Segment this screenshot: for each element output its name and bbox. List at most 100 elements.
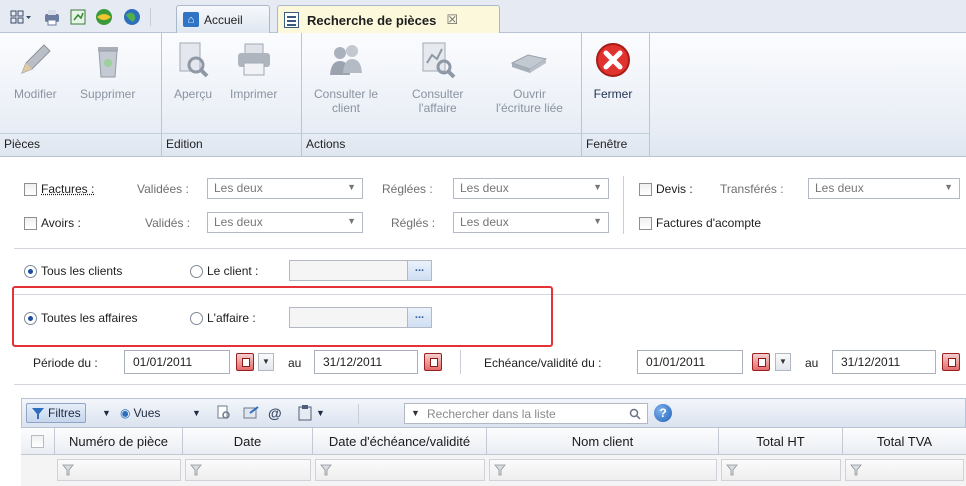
echeance-start-input[interactable]: 01/01/2011	[637, 350, 743, 374]
calendar-icon[interactable]	[236, 353, 254, 371]
grid-menu-icon[interactable]	[6, 6, 36, 28]
close-tab-icon[interactable]: ☒	[446, 12, 458, 28]
client-lookup-field[interactable]: ...	[289, 260, 432, 281]
devis-checkbox[interactable]	[639, 183, 652, 196]
select-all-checkbox[interactable]	[31, 435, 44, 448]
ouvrir-ecriture-label-1: Ouvrir	[513, 87, 546, 101]
periode-end-input[interactable]: 31/12/2011	[314, 350, 418, 374]
vues-dropdown[interactable]: ▼	[192, 403, 201, 423]
globe-quick-icon[interactable]	[92, 6, 116, 28]
valides-select[interactable]: Les deux ▼	[207, 212, 363, 233]
periode-start-input[interactable]: 01/01/2011	[124, 350, 230, 374]
filter-cell-nom-client[interactable]	[489, 459, 717, 481]
ouvrir-ecriture-button[interactable]: Ouvrir l'écriture liée	[496, 39, 563, 115]
factures-checkbox[interactable]	[24, 183, 37, 196]
filtres-dropdown[interactable]: ▼	[102, 403, 111, 423]
column-header-total-tva[interactable]: Total TVA	[843, 428, 966, 455]
column-header-echeance[interactable]: Date d'échéance/validité	[313, 428, 487, 455]
reglees-select[interactable]: Les deux ▼	[453, 178, 609, 199]
transferes-select[interactable]: Les deux ▼	[808, 178, 960, 199]
quick-separator	[150, 8, 151, 26]
tous-clients-radio[interactable]	[24, 265, 37, 278]
tab-recherche-label: Recherche de pièces	[307, 12, 437, 28]
clipboard-dropdown[interactable]: ▼	[316, 403, 325, 423]
supprimer-button[interactable]: Supprimer	[80, 39, 135, 101]
apercu-button[interactable]: Aperçu	[172, 39, 214, 101]
tab-bar: ⌂ Accueil Recherche de pièces ☒	[0, 0, 966, 34]
filtres-button[interactable]: Filtres	[26, 403, 86, 423]
book-icon	[511, 54, 548, 73]
ribbon-group-actions: Consulter le client Consulter l'affaire …	[302, 33, 582, 157]
filter-cell-total-tva[interactable]	[845, 459, 964, 481]
valides-value: Les deux	[214, 215, 263, 229]
client-lookup-button[interactable]: ...	[407, 261, 431, 280]
printer-quick-icon[interactable]	[40, 6, 64, 28]
preview-toolbar-button[interactable]	[216, 403, 232, 423]
chevron-down-icon[interactable]: ▼	[775, 353, 791, 371]
group-label-fenetre: Fenêtre	[586, 137, 628, 151]
section-divider	[14, 248, 966, 249]
search-placeholder: Rechercher dans la liste	[427, 407, 556, 421]
search-dropdown-icon[interactable]: ▼	[411, 408, 420, 418]
column-header-total-ht[interactable]: Total HT	[719, 428, 843, 455]
chevron-down-icon[interactable]: ▼	[258, 353, 274, 371]
modifier-button[interactable]: Modifier	[14, 39, 57, 101]
column-header-numero[interactable]: Numéro de pièce	[55, 428, 183, 455]
funnel-icon	[32, 408, 44, 419]
column-header-date[interactable]: Date	[183, 428, 313, 455]
search-icon[interactable]	[629, 408, 641, 420]
consulter-client-button[interactable]: Consulter le client	[314, 39, 378, 115]
echeance-end-input[interactable]: 31/12/2011	[832, 350, 936, 374]
funnel-icon	[190, 464, 202, 476]
supprimer-label: Supprimer	[80, 87, 136, 101]
echeance-au-label: au	[805, 356, 819, 370]
consulter-client-label-2: client	[332, 101, 361, 115]
echeance-label: Echéance/validité du :	[484, 356, 602, 370]
tab-accueil-label: Accueil	[204, 12, 243, 27]
consulter-affaire-button[interactable]: Consulter l'affaire	[412, 39, 463, 115]
reglees-label: Réglées :	[382, 182, 433, 196]
export-icon	[243, 406, 259, 419]
select-all-cell[interactable]	[21, 428, 55, 455]
ribbon-group-fenetre: Fermer Fenêtre	[582, 33, 650, 157]
column-header-nom-client[interactable]: Nom client	[487, 428, 719, 455]
grid-toolbar: Filtres ▼ ◉ Vues ▼ @ ▼ ▼ Rechercher dans…	[21, 398, 966, 428]
imprimer-button[interactable]: Imprimer	[230, 39, 277, 101]
help-icon[interactable]: ?	[654, 404, 672, 422]
spreadsheet-quick-icon[interactable]	[66, 6, 90, 28]
tous-clients-label: Tous les clients	[41, 264, 123, 278]
regles-select[interactable]: Les deux ▼	[453, 212, 609, 233]
le-client-radio[interactable]	[190, 265, 203, 278]
factures-acompte-checkbox[interactable]	[639, 217, 652, 230]
ribbon-group-pieces: Modifier Supprimer Pièces	[0, 33, 162, 157]
validees-select[interactable]: Les deux ▼	[207, 178, 363, 199]
filter-separator	[623, 176, 624, 234]
filter-cell-total-ht[interactable]	[721, 459, 841, 481]
ouvrir-ecriture-label-2: l'écriture liée	[496, 101, 563, 115]
calendar-icon[interactable]	[424, 353, 442, 371]
web-quick-icon[interactable]	[120, 6, 144, 28]
filter-cell-numero[interactable]	[57, 459, 181, 481]
group-label-pieces: Pièces	[4, 137, 41, 151]
group-label-actions: Actions	[306, 137, 346, 151]
grid-header: Numéro de pièce Date Date d'échéance/val…	[21, 428, 966, 455]
tab-recherche-pieces[interactable]: Recherche de pièces ☒	[277, 5, 500, 34]
tab-accueil[interactable]: ⌂ Accueil	[176, 5, 270, 33]
fermer-button[interactable]: Fermer	[592, 39, 634, 101]
filter-cell-date[interactable]	[185, 459, 311, 481]
transferes-label: Transférés :	[720, 182, 784, 196]
vues-button[interactable]: ◉ Vues	[120, 403, 160, 423]
section-divider	[14, 384, 966, 385]
le-client-label: Le client :	[207, 264, 259, 278]
avoirs-checkbox[interactable]	[24, 217, 37, 230]
export-toolbar-button[interactable]	[242, 403, 260, 423]
funnel-icon	[850, 464, 862, 476]
echeance-start-value: 01/01/2011	[646, 355, 706, 369]
calendar-icon[interactable]	[752, 353, 770, 371]
clipboard-toolbar-button[interactable]	[298, 403, 312, 423]
search-input[interactable]: ▼ Rechercher dans la liste	[404, 403, 648, 424]
calendar-icon[interactable]	[942, 353, 960, 371]
email-toolbar-button[interactable]: @	[268, 403, 282, 423]
filter-cell-echeance[interactable]	[315, 459, 485, 481]
factures-acompte-label: Factures d'acompte	[656, 216, 762, 230]
